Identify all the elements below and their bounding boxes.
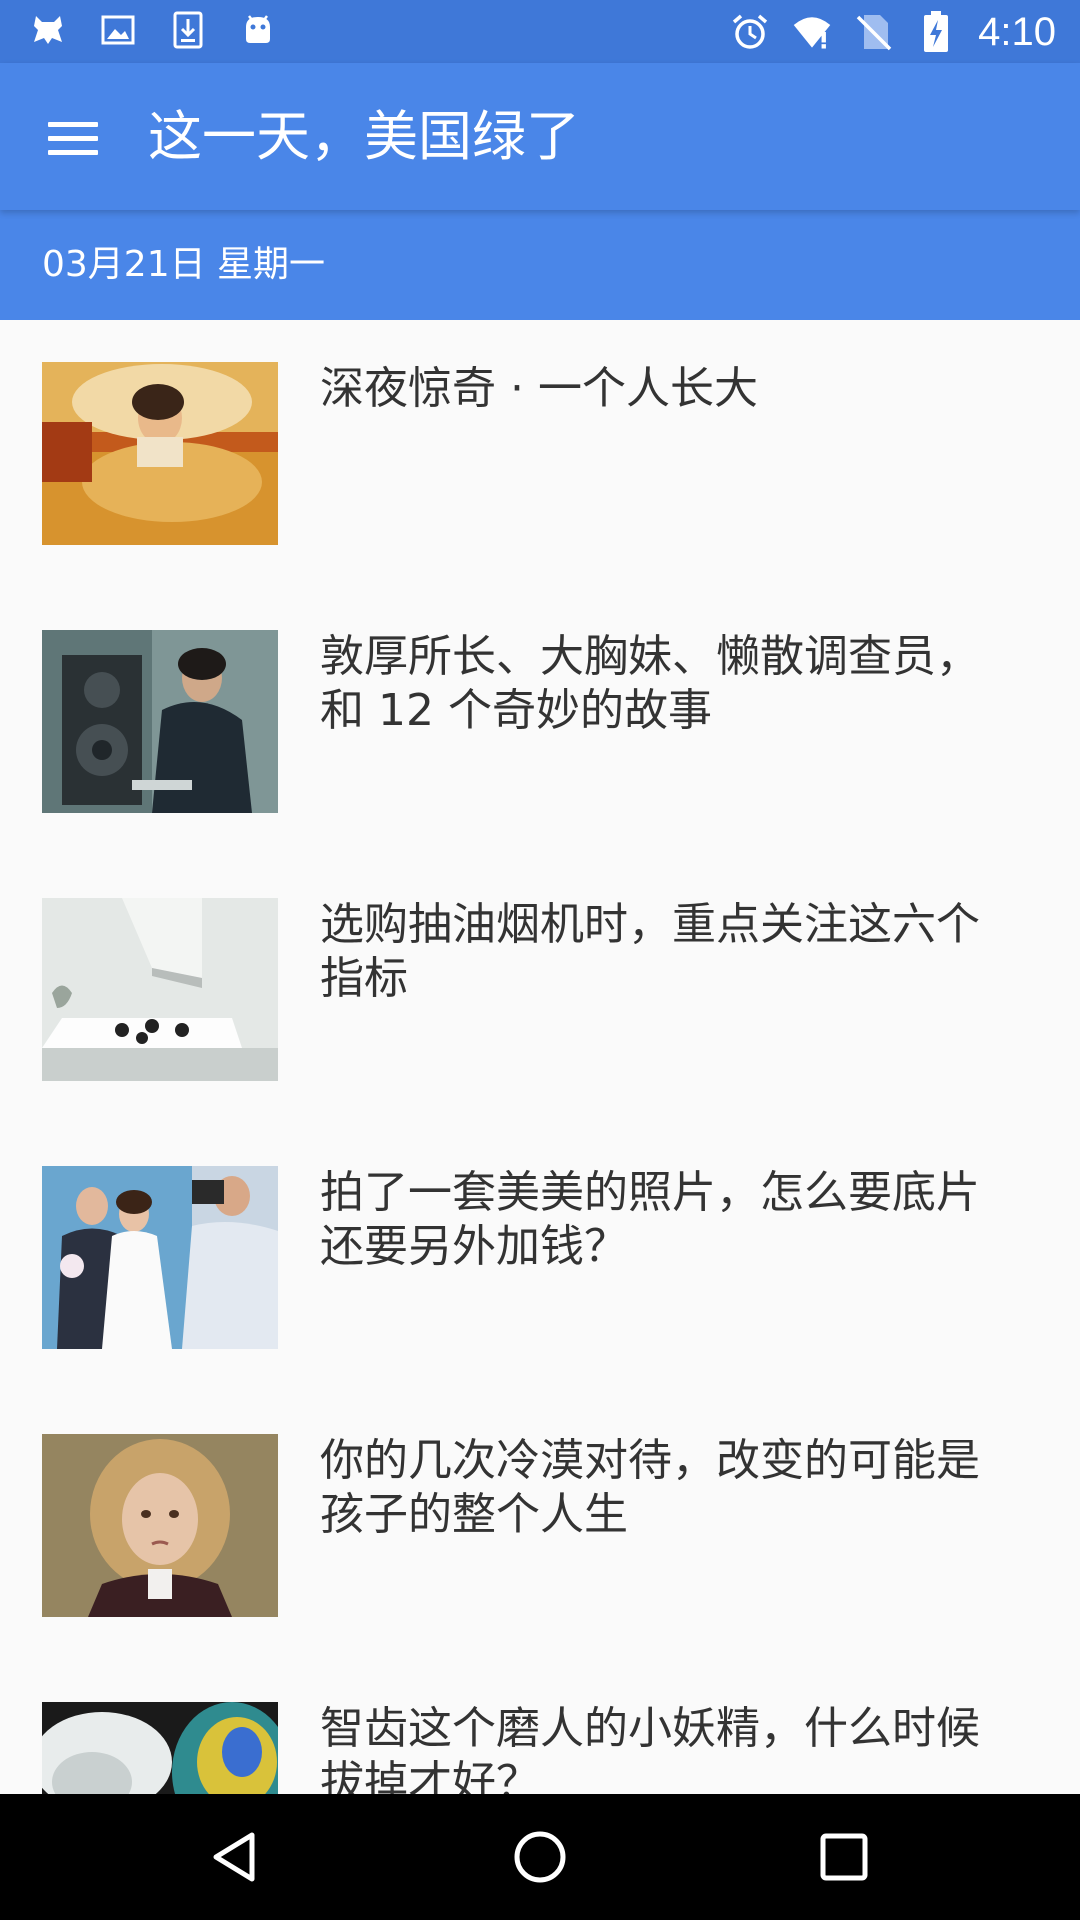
list-item[interactable]: 拍了一套美美的照片，怎么要底片还要另外加钱？ [0, 1124, 1080, 1392]
menu-icon[interactable] [42, 107, 104, 169]
article-title: 拍了一套美美的照片，怎么要底片还要另外加钱？ [320, 1167, 980, 1272]
list-item[interactable]: 你的几次冷漠对待，改变的可能是孩子的整个人生 [0, 1392, 1080, 1660]
download-icon [168, 10, 208, 50]
home-icon[interactable] [510, 1827, 570, 1887]
clock: 4:10 [978, 10, 1056, 54]
back-icon[interactable] [206, 1827, 266, 1887]
article-thumbnail [42, 1434, 278, 1617]
article-thumbnail [42, 898, 278, 1081]
date-label: 03月21日 星期一 [42, 244, 326, 285]
article-title: 深夜惊奇 · 一个人长大 [320, 363, 758, 414]
navigation-bar [0, 1794, 1080, 1920]
app-toolbar: 这一天，美国绿了 [0, 63, 1080, 210]
android-icon [238, 10, 278, 50]
article-thumbnail [42, 630, 278, 813]
date-header: 03月21日 星期一 [0, 210, 1080, 320]
list-item[interactable]: 选购抽油烟机时，重点关注这六个指标 [0, 856, 1080, 1124]
notification-icons [28, 10, 278, 50]
wifi-icon [792, 12, 832, 52]
status-bar: 4:10 [0, 0, 1080, 63]
battery-charging-icon [916, 11, 956, 52]
list-item[interactable]: 深夜惊奇 · 一个人长大 [0, 320, 1080, 588]
app-icon [28, 10, 68, 50]
list-item[interactable]: 敦厚所长、大胸妹、懒散调查员，和 12 个奇妙的故事 [0, 588, 1080, 856]
page-title: 这一天，美国绿了 [148, 105, 580, 168]
article-title: 你的几次冷漠对待，改变的可能是孩子的整个人生 [320, 1435, 980, 1540]
image-icon [98, 10, 138, 50]
article-thumbnail [42, 362, 278, 545]
article-thumbnail [42, 1702, 278, 1794]
article-title: 智齿这个磨人的小妖精，什么时候拔掉才好？ [320, 1703, 980, 1794]
article-title: 选购抽油烟机时，重点关注这六个指标 [320, 899, 980, 1004]
no-sim-icon [854, 12, 894, 52]
system-icons: 4:10 [730, 6, 1056, 58]
article-title: 敦厚所长、大胸妹、懒散调查员，和 12 个奇妙的故事 [320, 631, 980, 736]
alarm-icon [730, 12, 770, 52]
list-item[interactable]: 智齿这个磨人的小妖精，什么时候拔掉才好？ [0, 1660, 1080, 1794]
article-list[interactable]: 深夜惊奇 · 一个人长大 敦厚所长、大胸妹、懒散调查员，和 12 个奇妙的故事 [0, 320, 1080, 1794]
recents-icon[interactable] [814, 1827, 874, 1887]
article-thumbnail [42, 1166, 278, 1349]
